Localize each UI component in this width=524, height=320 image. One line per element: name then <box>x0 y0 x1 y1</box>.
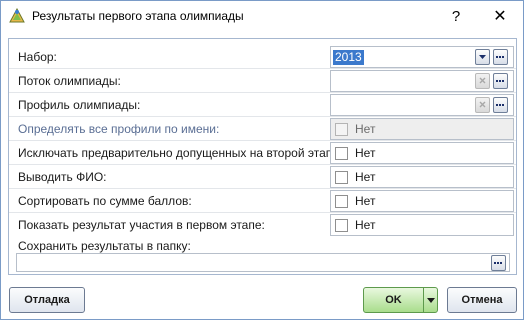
profile-field[interactable] <box>330 94 514 116</box>
stream-field[interactable] <box>330 70 514 92</box>
save-folder-label: Сохранить результаты в папку: <box>18 239 191 253</box>
triangle-down-icon <box>479 55 486 59</box>
set-select[interactable]: 2013 <box>330 46 514 68</box>
stream-browse-button[interactable] <box>493 73 508 89</box>
cancel-button[interactable]: Отмена <box>447 287 517 313</box>
row-profile: Профиль олимпиады: <box>9 93 516 117</box>
sort-by-score-checkbox[interactable] <box>335 195 348 208</box>
row-exclude-admitted: Исключать предварительно допущенных на в… <box>9 141 516 165</box>
help-button[interactable]: ? <box>441 1 471 32</box>
sort-by-score-checkbox-field[interactable]: Нет <box>330 190 514 212</box>
detect-profiles-label: Определять все профили по имени: <box>18 122 220 136</box>
ellipsis-icon <box>496 80 505 82</box>
sort-by-score-label: Сортировать по сумме баллов: <box>18 194 192 208</box>
detect-profiles-value: Нет <box>355 122 376 136</box>
show-first-stage-checkbox[interactable] <box>335 219 348 232</box>
stream-label: Поток олимпиады: <box>18 74 121 88</box>
detect-profiles-checkbox <box>335 123 348 136</box>
triangle-down-icon <box>427 298 435 303</box>
debug-button[interactable]: Отладка <box>9 287 85 313</box>
parameters-panel: Набор: 2013 Поток олимпиады: Профиль оли… <box>8 38 517 275</box>
profile-clear-button[interactable] <box>475 97 490 113</box>
dialog-window: Результаты первого этапа олимпиады ? ✕ Н… <box>0 0 524 320</box>
ellipsis-icon <box>494 262 503 264</box>
set-value: 2013 <box>333 50 364 65</box>
ellipsis-icon <box>496 56 505 58</box>
close-button[interactable]: ✕ <box>485 1 515 32</box>
detect-profiles-checkbox-field: Нет <box>330 118 514 140</box>
stream-clear-button[interactable] <box>475 73 490 89</box>
row-set: Набор: 2013 <box>9 45 516 69</box>
ellipsis-icon <box>496 104 505 106</box>
profile-browse-button[interactable] <box>493 97 508 113</box>
show-first-stage-value: Нет <box>355 218 376 232</box>
set-label: Набор: <box>18 50 57 64</box>
x-icon <box>479 101 486 108</box>
show-first-stage-checkbox-field[interactable]: Нет <box>330 214 514 236</box>
show-names-checkbox-field[interactable]: Нет <box>330 166 514 188</box>
save-folder-browse-button[interactable] <box>491 255 506 271</box>
app-icon <box>9 8 25 23</box>
exclude-admitted-checkbox[interactable] <box>335 147 348 160</box>
title-bar: Результаты первого этапа олимпиады ? ✕ <box>1 1 523 32</box>
show-names-value: Нет <box>355 170 376 184</box>
ok-button[interactable]: OK <box>363 287 424 313</box>
row-show-first-stage: Показать результат участия в первом этап… <box>9 213 516 237</box>
row-stream: Поток олимпиады: <box>9 69 516 93</box>
row-sort-by-score: Сортировать по сумме баллов: Нет <box>9 189 516 213</box>
x-icon <box>479 77 486 84</box>
ok-dropdown-button[interactable] <box>423 287 438 313</box>
window-title: Результаты первого этапа олимпиады <box>32 9 244 23</box>
show-names-label: Выводить ФИО: <box>18 170 107 184</box>
show-first-stage-label: Показать результат участия в первом этап… <box>18 218 265 232</box>
profile-label: Профиль олимпиады: <box>18 98 141 112</box>
exclude-admitted-label: Исключать предварительно допущенных на в… <box>18 146 336 160</box>
exclude-admitted-value: Нет <box>355 146 376 160</box>
row-show-names: Выводить ФИО: Нет <box>9 165 516 189</box>
sort-by-score-value: Нет <box>355 194 376 208</box>
set-dropdown-button[interactable] <box>475 49 490 65</box>
save-folder-input[interactable] <box>16 253 510 272</box>
exclude-admitted-checkbox-field[interactable]: Нет <box>330 142 514 164</box>
show-names-checkbox[interactable] <box>335 171 348 184</box>
set-browse-button[interactable] <box>493 49 508 65</box>
row-detect-profiles: Определять все профили по имени: Нет <box>9 117 516 141</box>
